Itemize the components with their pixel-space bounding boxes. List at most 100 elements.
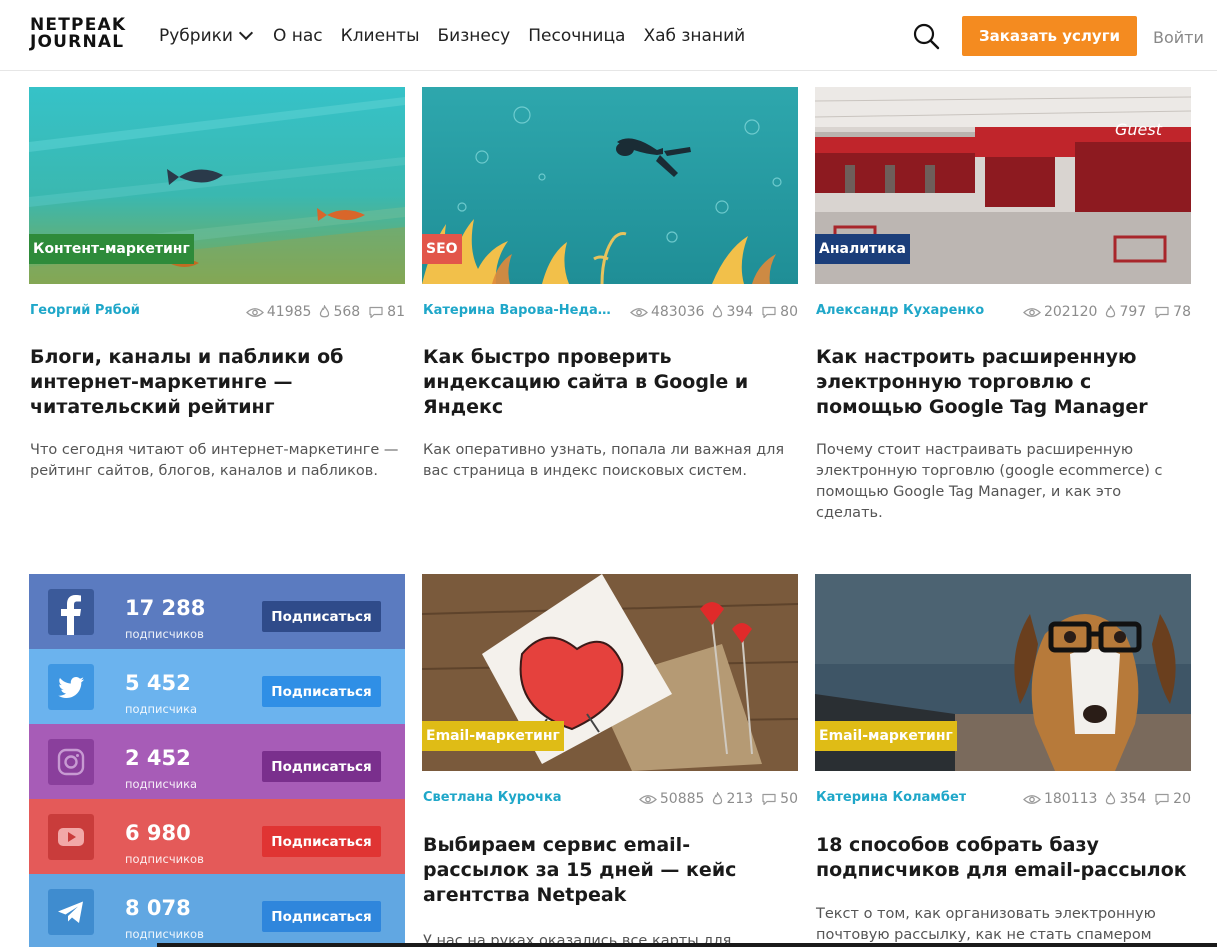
nav-item-knowledge-hub[interactable]: Хаб знаний bbox=[643, 26, 745, 46]
nav-item-business[interactable]: Бизнесу bbox=[438, 26, 511, 46]
article-card: Guest Аналитика Александр Кухаренко 2021… bbox=[815, 87, 1191, 521]
site-logo[interactable]: NETPEAK JOURNAL bbox=[30, 17, 134, 51]
nav-item-about[interactable]: О нас bbox=[273, 26, 323, 46]
nav-item-rubrics[interactable]: Рубрики bbox=[159, 25, 254, 46]
flame-icon bbox=[320, 305, 330, 318]
order-services-button[interactable]: Заказать услуги bbox=[962, 16, 1137, 56]
svg-text:Guest: Guest bbox=[1115, 120, 1163, 139]
subscribe-button[interactable]: Подписаться bbox=[262, 901, 381, 932]
author-link[interactable]: Катерина Варова-Недашковская bbox=[423, 303, 611, 318]
comments-stat[interactable]: 78 bbox=[1154, 304, 1191, 320]
nav-item-sandbox[interactable]: Песочница bbox=[528, 26, 625, 46]
views-stat: 202120 bbox=[1023, 304, 1097, 320]
logo-line-2: JOURNAL bbox=[30, 32, 125, 52]
subscribe-button[interactable]: Подписаться bbox=[262, 826, 381, 857]
article-title[interactable]: Выбираем сервис email-рассылок за 15 дне… bbox=[423, 833, 795, 908]
subscribe-button[interactable]: Подписаться bbox=[262, 601, 381, 632]
article-stats: 41985 568 81 bbox=[245, 304, 405, 320]
comments-count: 80 bbox=[780, 304, 798, 320]
social-widget: 17 288 подписчиков Подписаться 5 452 под… bbox=[29, 574, 405, 947]
eye-icon bbox=[1023, 794, 1041, 804]
flame-icon bbox=[1106, 792, 1116, 805]
likes-stat[interactable]: 213 bbox=[712, 791, 753, 807]
author-link[interactable]: Александр Кухаренко bbox=[816, 303, 984, 318]
category-tag[interactable]: Email-маркетинг bbox=[815, 721, 957, 751]
views-stat: 180113 bbox=[1023, 791, 1097, 807]
views-stat: 483036 bbox=[630, 304, 704, 320]
likes-count: 568 bbox=[333, 304, 361, 320]
flame-icon bbox=[713, 305, 723, 318]
eye-icon bbox=[638, 794, 657, 804]
comments-stat[interactable]: 81 bbox=[368, 304, 405, 320]
likes-stat[interactable]: 568 bbox=[319, 304, 360, 320]
nav-item-label: Рубрики bbox=[159, 26, 233, 46]
article-card: Email-маркетинг Светлана Курочка 50885 2… bbox=[422, 574, 798, 947]
category-tag[interactable]: Email-маркетинг bbox=[422, 721, 564, 751]
likes-stat[interactable]: 797 bbox=[1105, 304, 1146, 320]
facebook-icon[interactable] bbox=[48, 589, 94, 635]
article-title[interactable]: 18 способов собрать базу подписчиков для… bbox=[816, 833, 1188, 883]
article-image[interactable]: Контент-маркетинг bbox=[29, 87, 405, 284]
subscriber-label: подписчика bbox=[125, 702, 198, 716]
site-header: NETPEAK JOURNAL Рубрики О нас Клиенты Би… bbox=[0, 0, 1217, 71]
likes-count: 354 bbox=[1119, 791, 1147, 807]
login-link[interactable]: Войти bbox=[1153, 28, 1204, 47]
eye-icon bbox=[1023, 307, 1041, 317]
views-count: 50885 bbox=[659, 791, 705, 807]
article-image[interactable]: SEO bbox=[422, 87, 798, 284]
article-meta: Александр Кухаренко 202120 797 78 bbox=[815, 303, 1191, 323]
article-title[interactable]: Блоги, каналы и паблики об интернет-марк… bbox=[30, 345, 402, 420]
likes-stat[interactable]: 394 bbox=[712, 304, 753, 320]
category-tag[interactable]: Контент-маркетинг bbox=[29, 234, 194, 264]
article-meta: Катерина Варова-Недашковская 483036 394 … bbox=[422, 303, 798, 323]
likes-stat[interactable]: 354 bbox=[1105, 791, 1146, 807]
author-link[interactable]: Георгий Рябой bbox=[30, 303, 140, 318]
subscriber-label: подписчиков bbox=[125, 852, 204, 866]
author-link[interactable]: Катерина Коламбет bbox=[816, 790, 966, 805]
likes-count: 394 bbox=[726, 304, 754, 320]
nav-item-clients[interactable]: Клиенты bbox=[341, 26, 420, 46]
article-image[interactable]: Email-маркетинг bbox=[815, 574, 1191, 771]
comments-stat[interactable]: 80 bbox=[761, 304, 798, 320]
views-stat: 50885 bbox=[638, 791, 705, 807]
article-excerpt: Что сегодня читают об интернет-маркетинг… bbox=[30, 442, 399, 479]
article-excerpt: Почему стоит настраивать расширенную эле… bbox=[816, 442, 1163, 521]
views-count: 180113 bbox=[1043, 791, 1098, 807]
subscriber-count: 6 980 bbox=[125, 821, 191, 845]
instagram-icon[interactable] bbox=[48, 739, 94, 785]
horizontal-scrollbar[interactable] bbox=[157, 943, 1217, 947]
comment-icon bbox=[369, 306, 383, 318]
article-image[interactable]: Guest Аналитика bbox=[815, 87, 1191, 284]
comment-icon bbox=[762, 793, 776, 805]
article-title[interactable]: Как быстро проверить индексацию сайта в … bbox=[423, 345, 795, 420]
category-tag[interactable]: SEO bbox=[422, 234, 462, 264]
article-stats: 202120 797 78 bbox=[1023, 304, 1191, 320]
subscribe-button[interactable]: Подписаться bbox=[262, 751, 381, 782]
author-link[interactable]: Светлана Курочка bbox=[423, 790, 562, 805]
article-title[interactable]: Как настроить расширенную электронную то… bbox=[816, 345, 1188, 420]
article-image[interactable]: Email-маркетинг bbox=[422, 574, 798, 771]
comment-icon bbox=[762, 306, 776, 318]
telegram-icon[interactable] bbox=[48, 889, 94, 935]
comments-stat[interactable]: 50 bbox=[761, 791, 798, 807]
subscriber-label: подписчика bbox=[125, 777, 198, 791]
main-nav: Рубрики О нас Клиенты Бизнесу Песочница … bbox=[159, 25, 763, 46]
category-tag[interactable]: Аналитика bbox=[815, 234, 910, 264]
article-card: Email-маркетинг Катерина Коламбет 180113… bbox=[815, 574, 1191, 943]
search-button[interactable] bbox=[912, 22, 940, 50]
article-meta: Светлана Курочка 50885 213 50 bbox=[422, 790, 798, 810]
flame-icon bbox=[713, 792, 723, 805]
comments-stat[interactable]: 20 bbox=[1154, 791, 1191, 807]
eye-icon bbox=[630, 307, 648, 317]
comments-count: 50 bbox=[780, 791, 798, 807]
twitter-icon[interactable] bbox=[48, 664, 94, 710]
subscriber-count: 5 452 bbox=[125, 671, 191, 695]
subscribe-button[interactable]: Подписаться bbox=[262, 676, 381, 707]
youtube-icon[interactable] bbox=[48, 814, 94, 860]
views-count: 202120 bbox=[1043, 304, 1098, 320]
subscriber-count: 2 452 bbox=[125, 746, 191, 770]
subscriber-count: 17 288 bbox=[125, 596, 206, 620]
comments-count: 20 bbox=[1173, 791, 1191, 807]
article-meta: Георгий Рябой 41985 568 81 bbox=[29, 303, 405, 323]
subscriber-count: 8 078 bbox=[125, 896, 191, 920]
